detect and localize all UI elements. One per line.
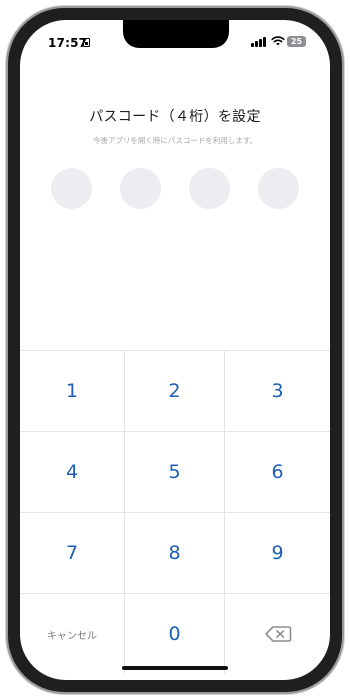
delete-button[interactable] (225, 594, 330, 674)
key-2[interactable]: 2 (125, 351, 225, 431)
sim-card-icon (83, 38, 90, 47)
cellular-signal-icon (251, 37, 267, 47)
passcode-dot (189, 168, 230, 209)
cancel-button[interactable]: キャンセル (20, 594, 125, 674)
passcode-dot (51, 168, 92, 209)
key-9[interactable]: 9 (225, 513, 330, 593)
keypad-row: 4 5 6 (20, 432, 330, 513)
status-time: 17:57 (48, 36, 88, 50)
key-4[interactable]: 4 (20, 432, 125, 512)
screen: 17:57 25 パスコード（４桁）を設定 今後アプリを開く時にパスコードを利用… (20, 20, 330, 680)
passcode-dots (20, 168, 330, 209)
key-5[interactable]: 5 (125, 432, 225, 512)
key-1[interactable]: 1 (20, 351, 125, 431)
key-6[interactable]: 6 (225, 432, 330, 512)
passcode-dot (120, 168, 161, 209)
backspace-icon (264, 626, 291, 642)
wifi-icon (271, 36, 285, 46)
keypad-row: 1 2 3 (20, 351, 330, 432)
battery-indicator: 25 (287, 36, 306, 47)
keypad-row: キャンセル 0 (20, 594, 330, 675)
number-keypad: 1 2 3 4 5 6 7 8 9 キャンセル 0 (20, 350, 330, 680)
key-0[interactable]: 0 (125, 594, 225, 674)
key-8[interactable]: 8 (125, 513, 225, 593)
key-7[interactable]: 7 (20, 513, 125, 593)
page-subtitle: 今後アプリを開く時にパスコードを利用します。 (92, 136, 258, 145)
home-indicator[interactable] (122, 666, 228, 670)
passcode-dot (258, 168, 299, 209)
notch (123, 20, 229, 48)
page-title: パスコード（４桁）を設定 (89, 109, 261, 125)
device-mockup: 17:57 25 パスコード（４桁）を設定 今後アプリを開く時にパスコードを利用… (0, 0, 350, 700)
keypad-row: 7 8 9 (20, 513, 330, 594)
key-3[interactable]: 3 (225, 351, 330, 431)
